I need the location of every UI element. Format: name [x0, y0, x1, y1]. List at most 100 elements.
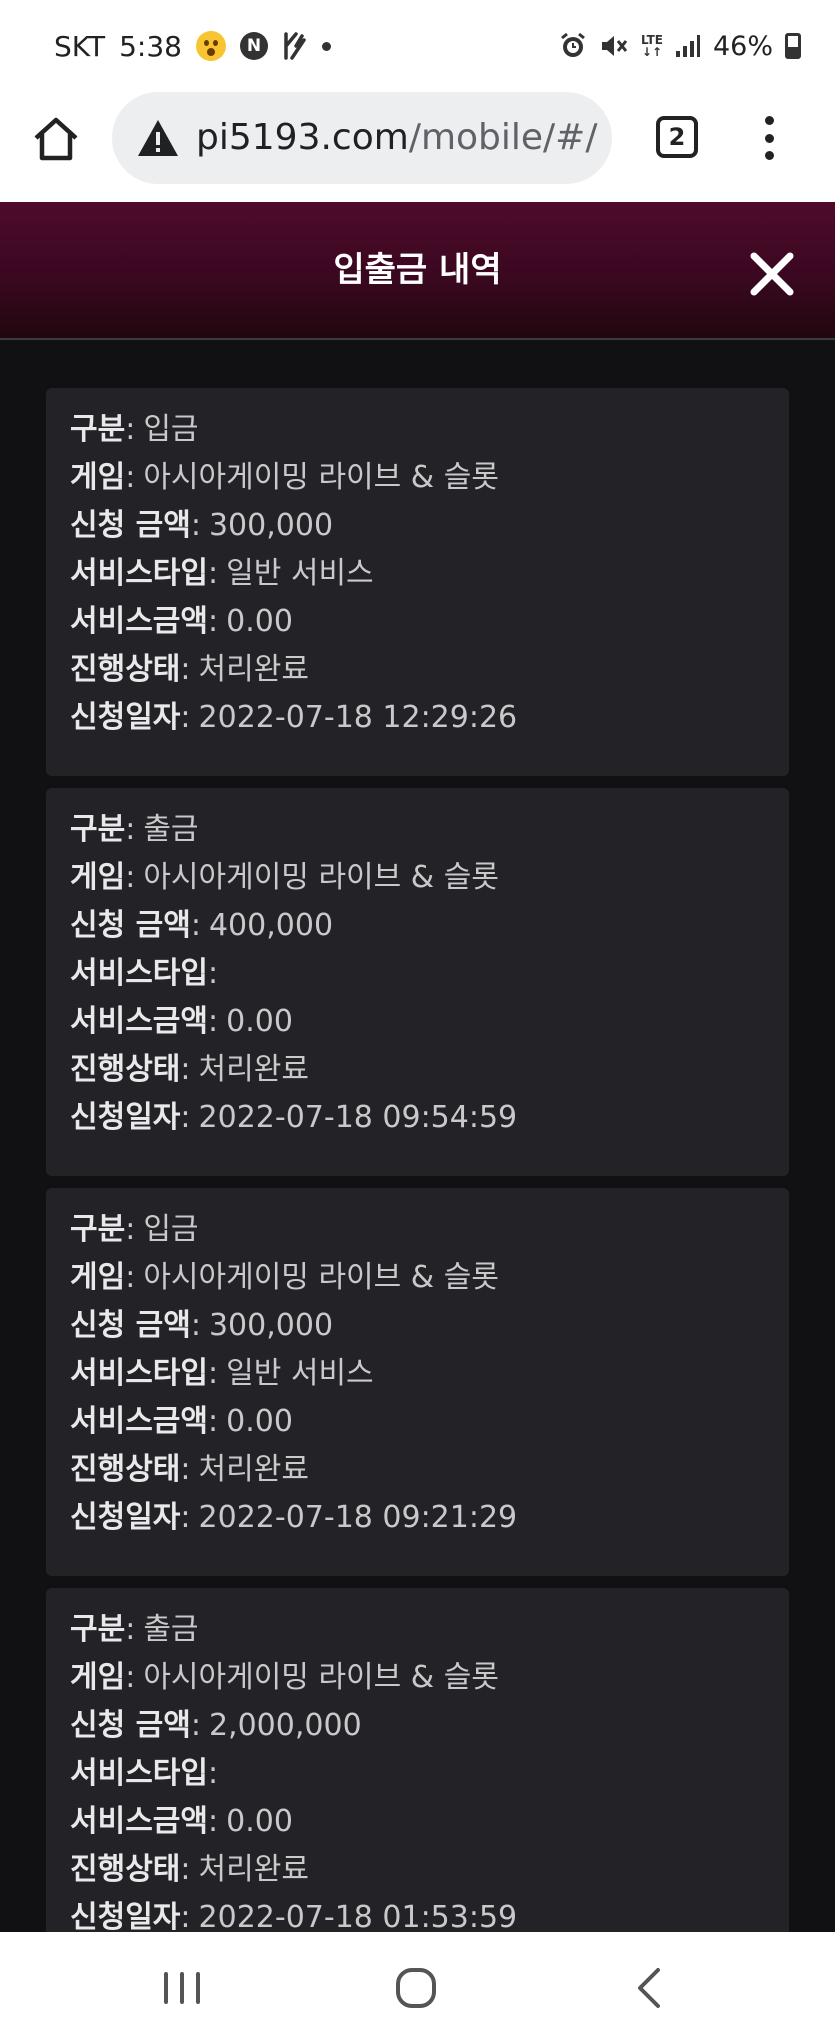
battery-icon [785, 33, 801, 59]
status-value: 처리완료 [198, 1052, 309, 1087]
game-label: 게임 [70, 1260, 126, 1295]
lte-icon: LTE ↓↑ [641, 34, 663, 58]
service-type-value: 일반 서비스 [226, 1356, 374, 1391]
service-type-label: 서비스타입 [70, 1356, 208, 1391]
date-value: 2022-07-18 01:53:59 [198, 1900, 518, 1932]
row-status: 진행상태: 처리완료 [70, 1052, 309, 1087]
status-label: 진행상태 [70, 1452, 181, 1487]
status-value: 처리완료 [198, 652, 309, 687]
row-service-amount: 서비스금액: 0.00 [70, 1804, 293, 1839]
row-service-type: 서비스타입: 일반 서비스 [70, 556, 374, 591]
row-date: 신청일자: 2022-07-18 09:54:59 [70, 1100, 518, 1135]
amount-label: 신청 금액 [70, 1708, 191, 1743]
status-value: 처리완료 [198, 1452, 309, 1487]
n-notification-icon: N [239, 32, 268, 60]
home-nav-icon [396, 1968, 436, 2008]
page-title: 입출금 내역 [333, 250, 502, 290]
amount-label: 신청 금액 [70, 908, 191, 943]
transaction-card: 구분: 출금 게임: 아시아게이밍 라이브 & 슬롯 신청 금액: 400,000 서… [46, 788, 789, 1176]
status-value: 처리완료 [198, 1852, 309, 1887]
home-nav-button[interactable] [386, 1958, 446, 2018]
type-label: 구분 [70, 812, 126, 847]
date-label: 신청일자 [70, 700, 181, 735]
type-value: 출금 [143, 812, 199, 847]
row-type: 구분: 출금 [70, 812, 199, 847]
row-amount: 신청 금액: 400,000 [70, 908, 334, 943]
row-service-type: 서비스타입: [70, 956, 219, 991]
row-type: 구분: 입금 [70, 412, 199, 447]
row-service-type: 서비스타입: 일반 서비스 [70, 1356, 374, 1391]
more-vert-icon[interactable] [756, 110, 782, 166]
game-value: 아시아게이밍 라이브 & 슬롯 [143, 1660, 499, 1695]
date-label: 신청일자 [70, 1500, 181, 1535]
service-type-label: 서비스타입 [70, 1756, 208, 1791]
alarm-icon [559, 32, 587, 60]
row-game: 게임: 아시아게이밍 라이브 & 슬롯 [70, 460, 499, 495]
status-left: SKT 5:38 N [54, 26, 331, 66]
tab-count: 2 [668, 123, 686, 151]
service-amount-value: 0.00 [226, 604, 293, 639]
status-bar: SKT 5:38 N LTE ↓↑ 46% [0, 0, 835, 86]
service-amount-value: 0.00 [226, 1404, 293, 1439]
row-date: 신청일자: 2022-07-18 09:21:29 [70, 1500, 518, 1535]
system-nav-bar [0, 1932, 835, 2042]
service-amount-label: 서비스금액 [70, 1004, 208, 1039]
transaction-list: 구분: 입금 게임: 아시아게이밍 라이브 & 슬롯 신청 금액: 300,000 서… [0, 342, 835, 1932]
emoji-face-icon [195, 31, 226, 61]
service-amount-value: 0.00 [226, 1004, 293, 1039]
status-label: 진행상태 [70, 652, 181, 687]
row-amount: 신청 금액: 2,000,000 [70, 1708, 362, 1743]
recent-apps-button[interactable] [152, 1958, 212, 2018]
back-button[interactable] [620, 1958, 680, 2018]
row-status: 진행상태: 처리완료 [70, 652, 309, 687]
data-arrows: ↓↑ [641, 45, 663, 59]
row-service-amount: 서비스금액: 0.00 [70, 1004, 293, 1039]
type-value: 입금 [143, 1212, 199, 1247]
type-label: 구분 [70, 1212, 126, 1247]
service-type-label: 서비스타입 [70, 956, 208, 991]
status-label: 진행상태 [70, 1052, 181, 1087]
date-label: 신청일자 [70, 1900, 181, 1932]
address-bar[interactable]: pi5193.com/mobile/#/ [112, 92, 612, 184]
service-amount-value: 0.00 [226, 1804, 293, 1839]
mute-icon [599, 32, 629, 60]
amount-value: 300,000 [208, 508, 334, 543]
amount-value: 400,000 [208, 908, 334, 943]
type-value: 입금 [143, 412, 199, 447]
warning-icon[interactable] [136, 116, 180, 160]
carrier-label: SKT [54, 29, 106, 63]
battery-percent: 46% [712, 30, 773, 62]
row-status: 진행상태: 처리완료 [70, 1852, 309, 1887]
game-value: 아시아게이밍 라이브 & 슬롯 [143, 460, 499, 495]
row-type: 구분: 출금 [70, 1612, 199, 1647]
url-host: pi5193.com [196, 117, 409, 158]
transaction-card: 구분: 입금 게임: 아시아게이밍 라이브 & 슬롯 신청 금액: 300,000 서… [46, 388, 789, 776]
browser-toolbar: pi5193.com/mobile/#/ 2 [0, 86, 835, 202]
date-value: 2022-07-18 09:21:29 [198, 1500, 518, 1535]
row-game: 게임: 아시아게이밍 라이브 & 슬롯 [70, 1660, 499, 1695]
transaction-card: 구분: 출금 게임: 아시아게이밍 라이브 & 슬롯 신청 금액: 2,000,000… [46, 1588, 789, 1932]
date-value: 2022-07-18 12:29:26 [198, 700, 518, 735]
game-label: 게임 [70, 1660, 126, 1695]
url-path: /mobile/#/ [408, 117, 598, 158]
close-button[interactable] [744, 246, 800, 302]
date-label: 신청일자 [70, 1100, 181, 1135]
amount-label: 신청 금액 [70, 1308, 191, 1343]
type-value: 출금 [143, 1612, 199, 1647]
tabs-button[interactable]: 2 [656, 116, 698, 158]
flash-notification-icon [282, 32, 308, 60]
type-label: 구분 [70, 1612, 126, 1647]
url-text: pi5193.com/mobile/#/ [196, 116, 597, 160]
row-game: 게임: 아시아게이밍 라이브 & 슬롯 [70, 860, 499, 895]
transaction-card: 구분: 입금 게임: 아시아게이밍 라이브 & 슬롯 신청 금액: 300,000 서… [46, 1188, 789, 1576]
status-right: LTE ↓↑ 46% [559, 26, 801, 66]
home-button[interactable] [30, 114, 82, 166]
row-date: 신청일자: 2022-07-18 01:53:59 [70, 1898, 517, 1932]
row-service-amount: 서비스금액: 0.00 [70, 1404, 293, 1439]
service-type-label: 서비스타입 [70, 556, 208, 591]
row-service-type: 서비스타입: [70, 1756, 219, 1791]
game-label: 게임 [70, 860, 126, 895]
service-amount-label: 서비스금액 [70, 1404, 208, 1439]
row-service-amount: 서비스금액: 0.00 [70, 604, 293, 639]
row-amount: 신청 금액: 300,000 [70, 1308, 334, 1343]
